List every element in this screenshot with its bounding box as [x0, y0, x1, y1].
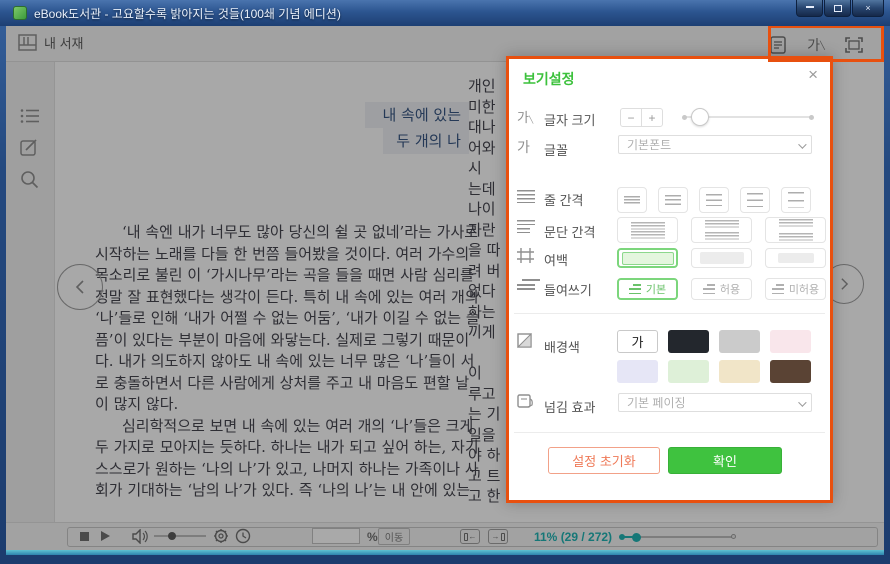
paragraph-spacing-option-3[interactable] [765, 217, 826, 243]
font-size-decrease-button[interactable]: − [621, 109, 642, 126]
paragraph-spacing-glyph [631, 222, 665, 239]
line-spacing-option-5[interactable] [781, 187, 811, 213]
indent-glyph [629, 284, 641, 294]
margin-glyph [700, 252, 744, 264]
paragraph-spacing-glyph [705, 220, 739, 240]
bg-color-swatch-5[interactable] [617, 360, 658, 383]
page-effect-icon [517, 393, 539, 409]
line-spacing-label: 줄 간격 [544, 190, 584, 209]
margin-option-1[interactable] [617, 248, 678, 268]
margin-option-2[interactable] [691, 248, 752, 268]
indent-option-label: 허용 [720, 281, 740, 297]
panel-title: 보기설정 [523, 69, 575, 89]
font-size-stepper: − + [620, 108, 663, 127]
maximize-icon [834, 5, 842, 12]
line-spacing-icon [517, 190, 539, 203]
margin-glyph [778, 253, 814, 263]
margin-icon [517, 248, 539, 263]
line-spacing-option-2[interactable] [658, 187, 688, 213]
bg-color-swatch-7[interactable] [719, 360, 760, 383]
background-color-icon [517, 333, 539, 348]
slider-start-dot [682, 115, 687, 120]
font-label: 글꼴 [544, 140, 568, 159]
bg-color-swatch-6[interactable] [668, 360, 709, 383]
divider [514, 313, 825, 314]
window-bottom-frame [6, 550, 884, 555]
app-client-area: 내 서재 가╲ [6, 26, 884, 550]
slider-end-dot [809, 115, 814, 120]
paragraph-spacing-label: 문단 간격 [544, 222, 595, 241]
margin-label: 여백 [544, 250, 568, 269]
indent-option-3[interactable]: 미허용 [765, 278, 826, 300]
app-icon [13, 6, 27, 20]
line-spacing-glyph [788, 192, 804, 208]
close-icon: × [865, 3, 870, 13]
paragraph-spacing-option-1[interactable] [617, 217, 678, 243]
indent-option-2[interactable]: 허용 [691, 278, 752, 300]
indent-icon [517, 279, 539, 290]
titlebar: eBook도서관 - 고요할수록 밝아지는 것들(100쇄 기념 에디션) × [0, 0, 890, 26]
font-size-slider[interactable] [684, 116, 812, 118]
bg-color-swatch-8[interactable] [770, 360, 811, 383]
minimize-button[interactable] [796, 0, 823, 17]
indent-glyph [772, 284, 784, 294]
indent-option-label: 기본 [646, 281, 666, 297]
paragraph-spacing-glyph [779, 219, 813, 241]
font-size-label: 글자 크기 [544, 110, 595, 129]
line-spacing-option-4[interactable] [740, 187, 770, 213]
chevron-down-icon [798, 398, 806, 406]
font-dropdown-value: 기본폰트 [627, 136, 671, 153]
maximize-button[interactable] [824, 0, 851, 17]
font-size-slider-knob[interactable] [691, 108, 709, 126]
indent-options: 기본 허용 미허용 [617, 278, 839, 300]
page-effect-label: 넘김 효과 [544, 397, 595, 416]
bg-color-swatch-4[interactable] [770, 330, 811, 353]
font-dropdown[interactable]: 기본폰트 [618, 135, 812, 154]
indent-option-1[interactable]: 기본 [617, 278, 678, 300]
confirm-button[interactable]: 확인 [668, 447, 782, 474]
line-spacing-option-1[interactable] [617, 187, 647, 213]
font-size-increase-button[interactable]: + [642, 109, 662, 126]
window-title: eBook도서관 - 고요할수록 밝아지는 것들(100쇄 기념 에디션) [34, 5, 341, 22]
paragraph-spacing-option-2[interactable] [691, 217, 752, 243]
line-spacing-option-3[interactable] [699, 187, 729, 213]
panel-close-button[interactable]: × [808, 65, 818, 85]
bg-color-swatch-2[interactable] [668, 330, 709, 353]
annotation-highlight-box [768, 26, 884, 62]
paragraph-spacing-icon [517, 220, 539, 233]
font-icon: 가 [517, 137, 539, 157]
view-settings-panel: 보기설정 × 가╲ 글자 크기 − + 가 글꼴 기본폰트 [506, 56, 833, 503]
line-spacing-glyph [624, 196, 640, 204]
minimize-icon [806, 5, 814, 8]
line-spacing-glyph [706, 194, 722, 206]
margin-glyph [622, 252, 674, 265]
margin-option-3[interactable] [765, 248, 826, 268]
line-spacing-options [617, 187, 822, 213]
indent-option-label: 미허용 [789, 281, 819, 297]
background-color-label: 배경색 [544, 337, 580, 356]
line-spacing-glyph [665, 195, 681, 205]
reset-settings-button[interactable]: 설정 초기화 [548, 447, 660, 474]
app-window: eBook도서관 - 고요할수록 밝아지는 것들(100쇄 기념 에디션) × … [0, 0, 890, 564]
bg-color-swatch-1[interactable]: 가 [617, 330, 658, 353]
line-spacing-glyph [747, 193, 763, 207]
paragraph-spacing-options [617, 217, 839, 243]
page-effect-value: 기본 페이징 [627, 394, 686, 411]
page-effect-dropdown[interactable]: 기본 페이징 [618, 393, 812, 412]
font-size-icon: 가╲ [517, 107, 539, 126]
indent-glyph [703, 284, 715, 294]
margin-options [617, 248, 839, 268]
indent-label: 들여쓰기 [544, 280, 592, 299]
background-color-swatches: 가 [617, 330, 827, 390]
divider [514, 432, 825, 433]
close-window-button[interactable]: × [852, 0, 884, 17]
chevron-down-icon [798, 140, 806, 148]
bg-color-swatch-3[interactable] [719, 330, 760, 353]
